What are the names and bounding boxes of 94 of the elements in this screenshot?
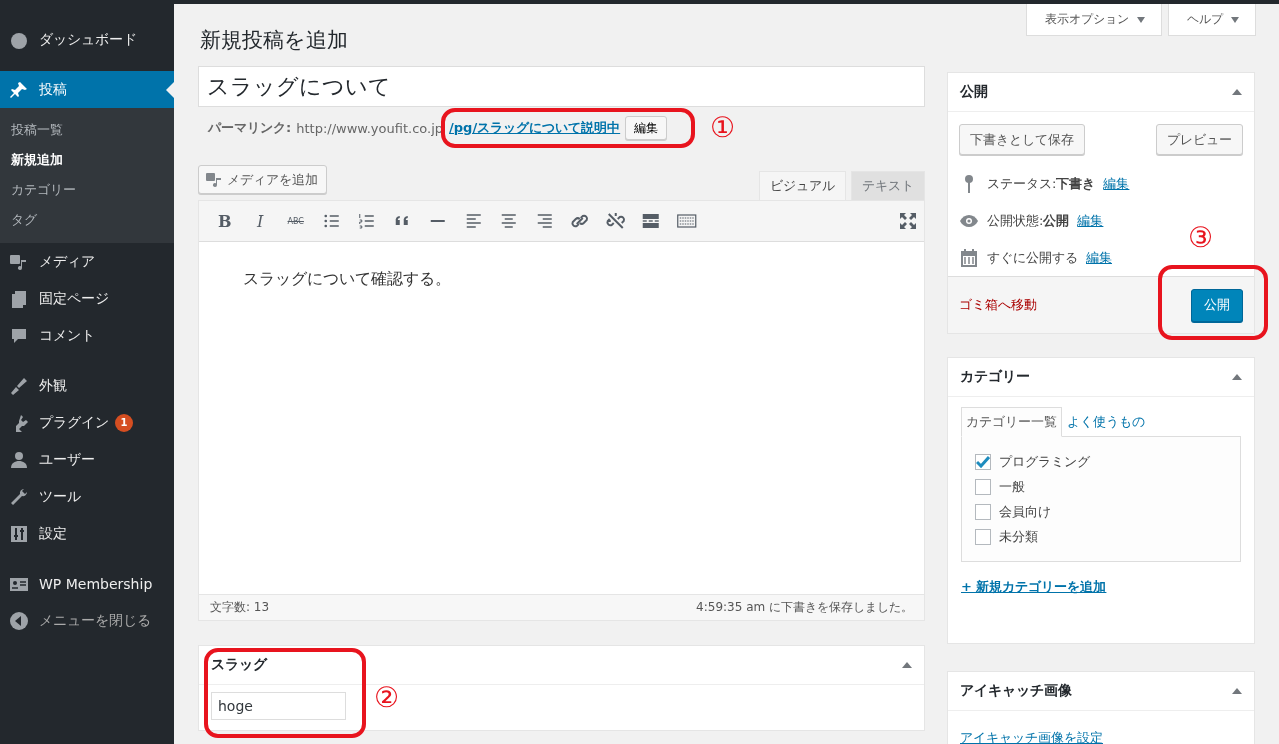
slug-field[interactable]: hoge (211, 692, 346, 720)
category-tab[interactable]: カテゴリー一覧 (961, 407, 1062, 437)
menu-item[interactable]: 外観 (0, 367, 174, 404)
caret-icon (1137, 16, 1145, 23)
set-featured-image-link[interactable]: アイキャッチ画像を設定 (960, 730, 1103, 744)
format-button[interactable]: I (242, 209, 278, 233)
menu-item[interactable]: 投稿 (0, 71, 174, 108)
menu-item[interactable]: メディア (0, 243, 174, 280)
menu-label: 設定 (39, 524, 67, 543)
editor-content[interactable]: スラッグについて確認する。 (199, 242, 924, 594)
menu-item[interactable]: 設定 (0, 515, 174, 552)
add-category-link[interactable]: + 新規カテゴリーを追加 (961, 578, 1107, 596)
editor-tab[interactable]: ビジュアル (759, 171, 846, 200)
pages-icon (9, 288, 29, 309)
preview-button[interactable]: プレビュー (1156, 124, 1243, 155)
menu-label: ユーザー (39, 450, 95, 469)
edit-link[interactable]: 編集 (1086, 248, 1112, 267)
menu-item[interactable]: 固定ページ (0, 280, 174, 317)
header-tab-button[interactable]: ヘルプ (1168, 4, 1256, 36)
page-title: 新規投稿を追加 (199, 27, 349, 54)
category-tab[interactable]: よく使うもの (1062, 407, 1150, 437)
post-title-field[interactable]: スラッグについて (198, 66, 925, 107)
paintbrush-icon (9, 375, 29, 396)
menu-label: 外観 (39, 376, 67, 395)
edit-link[interactable]: 編集 (1077, 211, 1104, 230)
draft-saved-text: 4:59:35 am に下書きを保存しました。 (696, 599, 913, 616)
publish-setting-text: ステータス:下書き (987, 174, 1096, 193)
menu-label: メニューを閉じる (39, 611, 151, 630)
menu-label: 固定ページ (39, 289, 109, 308)
submenu-item[interactable]: カテゴリー (0, 175, 174, 205)
menu-label: コメント (39, 326, 95, 345)
annotation-number: ① (710, 114, 736, 142)
menu-label: メディア (39, 252, 95, 271)
menu-label: WP Membership (39, 575, 153, 592)
save-draft-button[interactable]: 下書きとして保存 (959, 124, 1085, 155)
menu-item[interactable]: プラグイン 1 (0, 404, 174, 441)
collapse-menu-button[interactable]: メニューを閉じる (0, 602, 174, 639)
menu-item[interactable]: ツール (0, 478, 174, 515)
update-count-badge: 1 (115, 413, 133, 432)
header-tab-button[interactable]: 表示オプション (1026, 4, 1162, 36)
edit-link[interactable]: 編集 (1103, 174, 1130, 193)
category-label: 一般 (999, 477, 1025, 496)
checkbox[interactable] (975, 453, 991, 470)
dashboard-icon (9, 30, 29, 50)
fullscreen-icon[interactable] (898, 211, 918, 231)
eye-icon (959, 213, 979, 228)
menu-item[interactable]: WP Membership (0, 565, 174, 602)
person-icon (9, 449, 29, 470)
collapse-triangle-icon[interactable] (1232, 89, 1242, 95)
annotation-number: ② (374, 684, 400, 712)
publish-setting-text: すぐに公開する (987, 248, 1078, 267)
publish-button[interactable]: 公開 (1191, 288, 1243, 322)
wrench-icon (9, 486, 29, 507)
post-body-text: スラッグについて確認する。 (243, 268, 451, 290)
move-to-trash-link[interactable]: ゴミ箱へ移動 (959, 296, 1037, 314)
format-button[interactable]: B (207, 209, 243, 233)
menu-label: 投稿 (39, 80, 67, 99)
panel-title: スラッグ (211, 656, 267, 674)
panel-title: カテゴリー (960, 368, 1030, 386)
panel-title: アイキャッチ画像 (960, 682, 1072, 700)
format-button[interactable]: ABC (278, 209, 314, 233)
category-label: 会員向け (999, 502, 1051, 521)
word-count: 文字数: 13 (210, 599, 270, 616)
menu-item[interactable]: ダッシュボード (0, 18, 174, 62)
submenu-item[interactable]: タグ (0, 205, 174, 235)
menu-item[interactable]: ユーザー (0, 441, 174, 478)
editor-tab[interactable]: テキスト (851, 171, 925, 200)
submenu-item[interactable]: 投稿一覧 (0, 115, 174, 145)
permalink-edit-button[interactable]: 編集 (625, 116, 668, 140)
checkbox[interactable] (975, 528, 991, 545)
panel-title: 公開 (960, 83, 988, 101)
permalink-label: パーマリンク: (208, 119, 292, 137)
calendar-icon (959, 247, 979, 268)
checkbox[interactable] (975, 478, 991, 495)
category-label: 未分類 (999, 527, 1038, 546)
caret-icon (1231, 16, 1239, 23)
permalink-slug-link[interactable]: /pg/スラッグについて説明中 (449, 119, 621, 137)
pin-icon (9, 79, 29, 100)
publish-setting-text: 公開状態:公開 (987, 211, 1070, 230)
annotation-number: ③ (1188, 224, 1214, 252)
menu-label: ダッシュボード (39, 31, 137, 49)
checkbox[interactable] (975, 503, 991, 520)
add-media-button[interactable]: メディアを追加 (198, 165, 327, 194)
submenu-item[interactable]: 新規追加 (0, 145, 174, 175)
category-label: プログラミング (999, 452, 1090, 471)
permalink-url: http://www.youfit.co.jp (296, 120, 444, 136)
collapse-triangle-icon[interactable] (1232, 688, 1242, 694)
menu-label: ツール (39, 487, 81, 506)
menu-label: プラグイン (39, 413, 109, 432)
media-icon (205, 171, 223, 188)
collapse-triangle-icon[interactable] (1232, 374, 1242, 380)
sliders-icon (9, 523, 29, 544)
menu-item[interactable]: コメント (0, 317, 174, 354)
collapse-triangle-icon[interactable] (902, 662, 912, 668)
